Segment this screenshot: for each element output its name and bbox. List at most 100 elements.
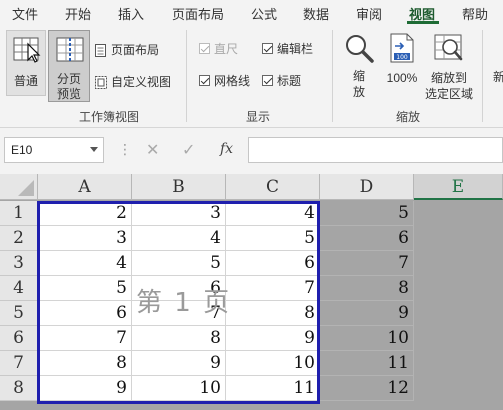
page-layout-view-button[interactable]: 页面布局 (94, 41, 159, 59)
formula-bar-label: 编辑栏 (277, 42, 314, 56)
menu-home[interactable]: 开始 (65, 4, 91, 23)
cell-c2[interactable]: 5 (226, 226, 320, 251)
page-break-preview-label-2: 预览 (56, 87, 81, 101)
cell-c7[interactable]: 10 (226, 351, 320, 376)
gridlines-checkbox[interactable]: 网格线 (199, 72, 250, 90)
gridlines-label: 网格线 (214, 74, 251, 88)
page-number-watermark: 第 1 页 (136, 288, 232, 318)
row-header-6[interactable]: 6 (0, 326, 38, 351)
name-box[interactable]: E10 (4, 137, 104, 163)
menu-help[interactable]: 帮助 (462, 4, 488, 23)
cell-d4[interactable]: 8 (320, 276, 414, 301)
worksheet-grid[interactable]: A B C D E 1 2 3 4 5 6 7 8 23453456456756… (0, 174, 503, 410)
cell-a4[interactable]: 5 (38, 276, 132, 301)
svg-text:100: 100 (396, 54, 408, 61)
cell-a8[interactable]: 9 (38, 376, 132, 401)
new-window-button-partial[interactable]: 新 (493, 68, 503, 86)
row-header-7[interactable]: 7 (0, 351, 38, 376)
cell-b6[interactable]: 8 (132, 326, 226, 351)
headings-checkbox[interactable]: 标题 (262, 72, 301, 90)
menu-page-layout[interactable]: 页面布局 (172, 4, 224, 23)
zoom-label-1: 缩 (352, 69, 365, 83)
menu-review[interactable]: 审阅 (356, 4, 382, 23)
cell-c5[interactable]: 8 (226, 301, 320, 326)
cell-b7[interactable]: 9 (132, 351, 226, 376)
zoom-100-label: 100% (386, 71, 418, 85)
confirm-check-icon[interactable]: ✓ (182, 140, 195, 160)
cell-b8[interactable]: 10 (132, 376, 226, 401)
column-header-a[interactable]: A (38, 174, 132, 200)
cell-c1[interactable]: 4 (226, 201, 320, 226)
formula-bar-checkbox[interactable]: 编辑栏 (262, 40, 313, 58)
cell-a7[interactable]: 8 (38, 351, 132, 376)
row-header-2[interactable]: 2 (0, 226, 38, 251)
cell-a1[interactable]: 2 (38, 201, 132, 226)
zoom-to-selection-label-2: 选定区域 (424, 87, 473, 101)
zoom-to-selection-icon (434, 34, 463, 61)
menu-formulas[interactable]: 公式 (251, 4, 277, 23)
menu-file[interactable]: 文件 (12, 4, 38, 23)
custom-views-icon (95, 76, 107, 90)
cell-d8[interactable]: 12 (320, 376, 414, 401)
row-header-3[interactable]: 3 (0, 251, 38, 276)
custom-views-button[interactable]: 自定义视图 (94, 73, 171, 91)
headings-check-icon (262, 75, 273, 87)
vertical-dots-icon[interactable]: ⋮ (118, 141, 132, 158)
ribbon: 普通 分页 预览 页面布局 自定义视图 工作簿视图 直尺 编辑栏 网格线 标题 … (0, 24, 503, 128)
chevron-down-icon[interactable] (90, 147, 98, 152)
column-header-e[interactable]: E (414, 174, 503, 200)
page-layout-icon (95, 44, 106, 58)
zoom-to-selection-button[interactable]: 缩放到 选定区域 (421, 30, 477, 102)
row-header-8[interactable]: 8 (0, 376, 38, 401)
custom-views-label: 自定义视图 (111, 75, 172, 89)
insert-function-button[interactable]: fx (220, 141, 233, 157)
group-separator (482, 30, 483, 122)
select-all-corner[interactable] (0, 174, 38, 200)
normal-view-button[interactable]: 普通 (6, 30, 46, 96)
page-break-preview-label-1: 分页 (56, 72, 81, 86)
ruler-check-icon (199, 43, 210, 55)
cell-a6[interactable]: 7 (38, 326, 132, 351)
cell-d1[interactable]: 5 (320, 201, 414, 226)
cell-d2[interactable]: 6 (320, 226, 414, 251)
cell-d3[interactable]: 7 (320, 251, 414, 276)
zoom-button[interactable]: 缩 放 (340, 30, 378, 102)
magnifier-icon (346, 35, 374, 63)
cell-c3[interactable]: 6 (226, 251, 320, 276)
select-all-triangle-icon (18, 180, 34, 196)
cell-d7[interactable]: 11 (320, 351, 414, 376)
column-header-d[interactable]: D (320, 174, 414, 200)
menu-data[interactable]: 数据 (303, 4, 329, 23)
zoom-to-selection-label-1: 缩放到 (430, 71, 467, 85)
gridlines-check-icon (199, 75, 210, 87)
ruler-checkbox[interactable]: 直尺 (199, 40, 238, 58)
cell-b2[interactable]: 4 (132, 226, 226, 251)
cell-b3[interactable]: 5 (132, 251, 226, 276)
row-header-4[interactable]: 4 (0, 276, 38, 301)
menu-bar: 文件 开始 插入 页面布局 公式 数据 审阅 视图 帮助 (0, 0, 503, 24)
formula-bar-check-icon (262, 43, 273, 55)
cell-a5[interactable]: 6 (38, 301, 132, 326)
formula-input[interactable] (248, 137, 503, 163)
column-header-c[interactable]: C (226, 174, 320, 200)
cell-c8[interactable]: 11 (226, 376, 320, 401)
cell-b1[interactable]: 3 (132, 201, 226, 226)
menu-insert[interactable]: 插入 (118, 4, 144, 23)
cell-c4[interactable]: 7 (226, 276, 320, 301)
workbook-views-group-label: 工作簿视图 (78, 110, 139, 124)
cell-d5[interactable]: 9 (320, 301, 414, 326)
cell-c6[interactable]: 9 (226, 326, 320, 351)
cell-a3[interactable]: 4 (38, 251, 132, 276)
row-header-1[interactable]: 1 (0, 201, 38, 226)
cancel-x-icon[interactable]: ✕ (146, 140, 159, 160)
cell-a2[interactable]: 3 (38, 226, 132, 251)
zoom-100-button[interactable]: 100 100% (383, 30, 421, 90)
zoom-group-label: 缩放 (395, 110, 420, 124)
page-break-preview-button[interactable]: 分页 预览 (48, 30, 90, 102)
cell-d6[interactable]: 10 (320, 326, 414, 351)
row-header-5[interactable]: 5 (0, 301, 38, 326)
normal-view-icon (13, 37, 41, 63)
show-group-label: 显示 (245, 110, 270, 124)
zoom-label-2: 放 (352, 85, 365, 99)
column-header-b[interactable]: B (132, 174, 226, 200)
